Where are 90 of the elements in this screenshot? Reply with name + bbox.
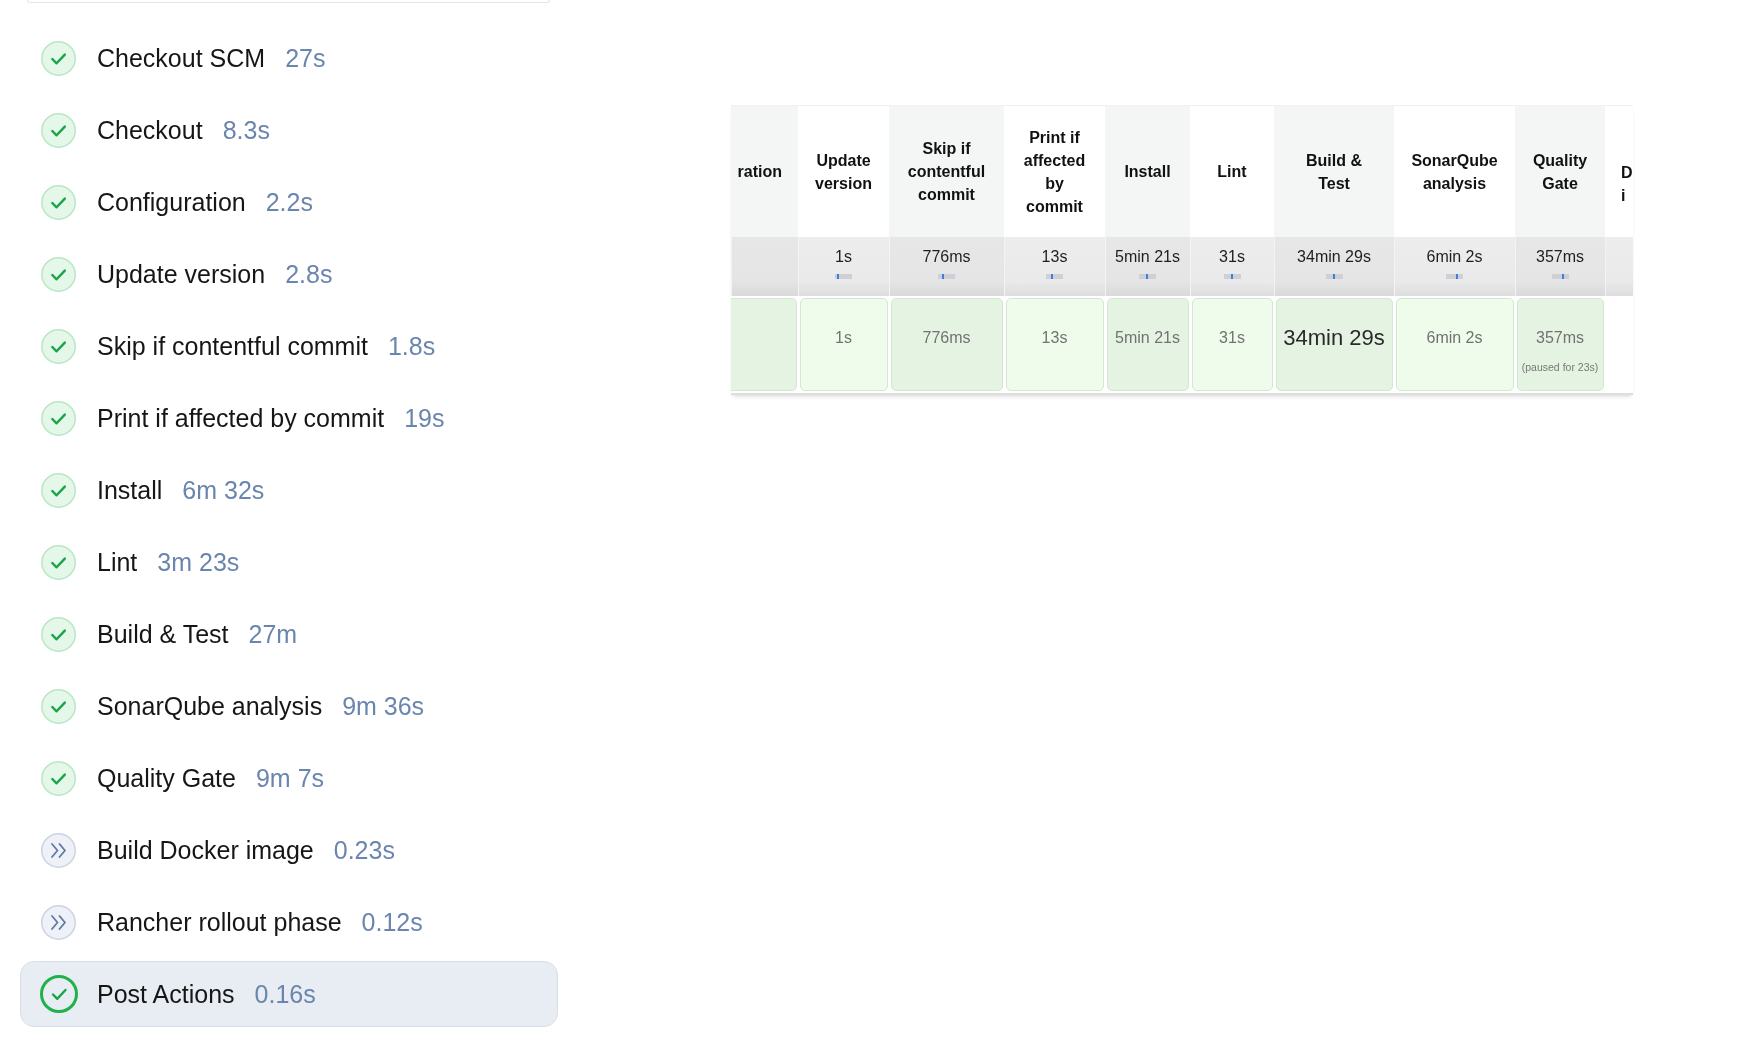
run-time: 31s <box>1219 328 1245 348</box>
check-circle-icon <box>41 688 76 724</box>
stage-duration: 2.8s <box>285 259 333 289</box>
stage-row[interactable]: Print if affected by commit 19s <box>20 385 558 451</box>
stage-row[interactable]: Rancher rollout phase 0.12s <box>20 889 558 955</box>
stage-row[interactable]: SonarQube analysis 9m 36s <box>20 673 558 739</box>
stage-name: Build Docker image <box>97 835 314 865</box>
stage-run-cell[interactable]: 5min 21s <box>1106 298 1189 391</box>
stage-row[interactable]: Checkout SCM 27s <box>20 25 558 91</box>
stage-duration: 0.12s <box>361 907 423 937</box>
stage-duration: 3m 23s <box>157 547 240 577</box>
stage-duration: 9m 36s <box>342 691 425 721</box>
check-circle-icon <box>41 760 76 796</box>
stage-row[interactable]: Configuration 2.2s <box>20 169 558 235</box>
stage-row[interactable]: Update version 2.8s <box>20 241 558 307</box>
stage-run-cell[interactable]: 357ms (paused for 23s) <box>1516 298 1604 391</box>
stage-duration: 2.2s <box>265 187 313 217</box>
summary-cell <box>731 237 798 296</box>
stage-run-cell[interactable]: 13s <box>1005 298 1104 391</box>
check-circle-icon <box>41 400 76 436</box>
stage-name: Skip if contentful commit <box>97 331 368 361</box>
stage-row[interactable]: Post Actions 0.16s <box>20 961 558 1027</box>
stage-name: Post Actions <box>97 979 235 1009</box>
stage-run-cell[interactable]: 34min 29s <box>1275 298 1393 391</box>
stage-run-cell[interactable]: 31s <box>1191 298 1273 391</box>
stage-header: Quality Gate <box>1515 106 1605 237</box>
stage-run-cell[interactable]: 6min 2s <box>1395 298 1514 391</box>
stage-duration: 0.23s <box>333 835 395 865</box>
stage-header: ration <box>731 106 798 237</box>
stage-name: Quality Gate <box>97 763 236 793</box>
check-circle-icon <box>41 616 76 652</box>
check-circle-icon <box>41 328 76 364</box>
run-time: 34min 29s <box>1283 324 1385 352</box>
average-time: 5min 21s <box>1115 247 1180 266</box>
stage-duration: 0.16s <box>254 979 316 1009</box>
check-circle-icon <box>41 472 76 508</box>
stage-name: Update version <box>97 259 266 289</box>
stage-name: Checkout <box>97 115 203 145</box>
summary-cell <box>1605 237 1633 296</box>
stage-row[interactable]: Skip if contentful commit 1.8s <box>20 313 558 379</box>
check-circle-icon <box>41 184 76 220</box>
run-time: 13s <box>1041 328 1068 348</box>
average-time: 6min 2s <box>1426 247 1483 266</box>
run-time: 5min 21s <box>1115 328 1180 348</box>
pause-note: (paused for 23s) <box>1521 360 1599 374</box>
stage-row[interactable]: Quality Gate 9m 7s <box>20 745 558 811</box>
check-circle-icon <box>41 112 76 148</box>
stage-name: Lint <box>97 547 138 577</box>
run-time: 6min 2s <box>1426 328 1483 348</box>
stage-duration: 9m 7s <box>255 763 325 793</box>
stage-run-cell[interactable]: 1s <box>799 298 888 391</box>
average-time: 31s <box>1219 247 1245 266</box>
average-time: 13s <box>1041 247 1068 266</box>
stage-name: Install <box>97 475 163 505</box>
stage-duration: 27m <box>248 619 298 649</box>
double-chevron-icon <box>41 904 76 940</box>
double-chevron-icon <box>41 832 76 868</box>
stage-row[interactable]: Checkout 8.3s <box>20 97 558 163</box>
stage-name: Build & Test <box>97 619 229 649</box>
stage-duration: 19s <box>404 403 445 433</box>
stage-name: Rancher rollout phase <box>97 907 342 937</box>
stage-row[interactable]: Install 6m 32s <box>20 457 558 523</box>
stage-name: Print if affected by commit <box>97 403 385 433</box>
check-circle-icon <box>41 40 76 76</box>
check-circle-icon <box>39 975 78 1013</box>
stage-header: Build & Test <box>1274 106 1394 237</box>
average-time: 34min 29s <box>1297 247 1371 266</box>
average-time: 776ms <box>922 247 971 266</box>
stage-row[interactable]: Build Docker image 0.23s <box>20 817 558 883</box>
average-time: 1s <box>835 247 852 266</box>
stage-duration: 8.3s <box>222 115 270 145</box>
stage-header: D i <box>1605 106 1633 237</box>
stage-row[interactable]: Lint 3m 23s <box>20 529 558 595</box>
check-circle-icon <box>41 256 76 292</box>
run-time: 357ms <box>1536 328 1584 348</box>
stage-name: Checkout SCM <box>97 43 266 73</box>
stage-duration: 1.8s <box>387 331 436 361</box>
stage-duration: 27s <box>285 43 326 73</box>
stage-name: Configuration <box>97 187 246 217</box>
average-time: 357ms <box>1536 247 1584 266</box>
stage-name: SonarQube analysis <box>97 691 323 721</box>
check-circle-icon <box>41 544 76 580</box>
stage-header: Skip if contentful commit <box>889 106 1004 237</box>
run-time: 776ms <box>922 328 971 348</box>
stage-header: Install <box>1105 106 1190 237</box>
run-time: 1s <box>835 328 852 348</box>
stage-run-cell[interactable] <box>731 298 797 391</box>
stage-row[interactable]: Build & Test 27m <box>20 601 558 667</box>
stage-duration: 6m 32s <box>182 475 265 505</box>
stage-run-cell[interactable]: 776ms <box>890 298 1003 391</box>
